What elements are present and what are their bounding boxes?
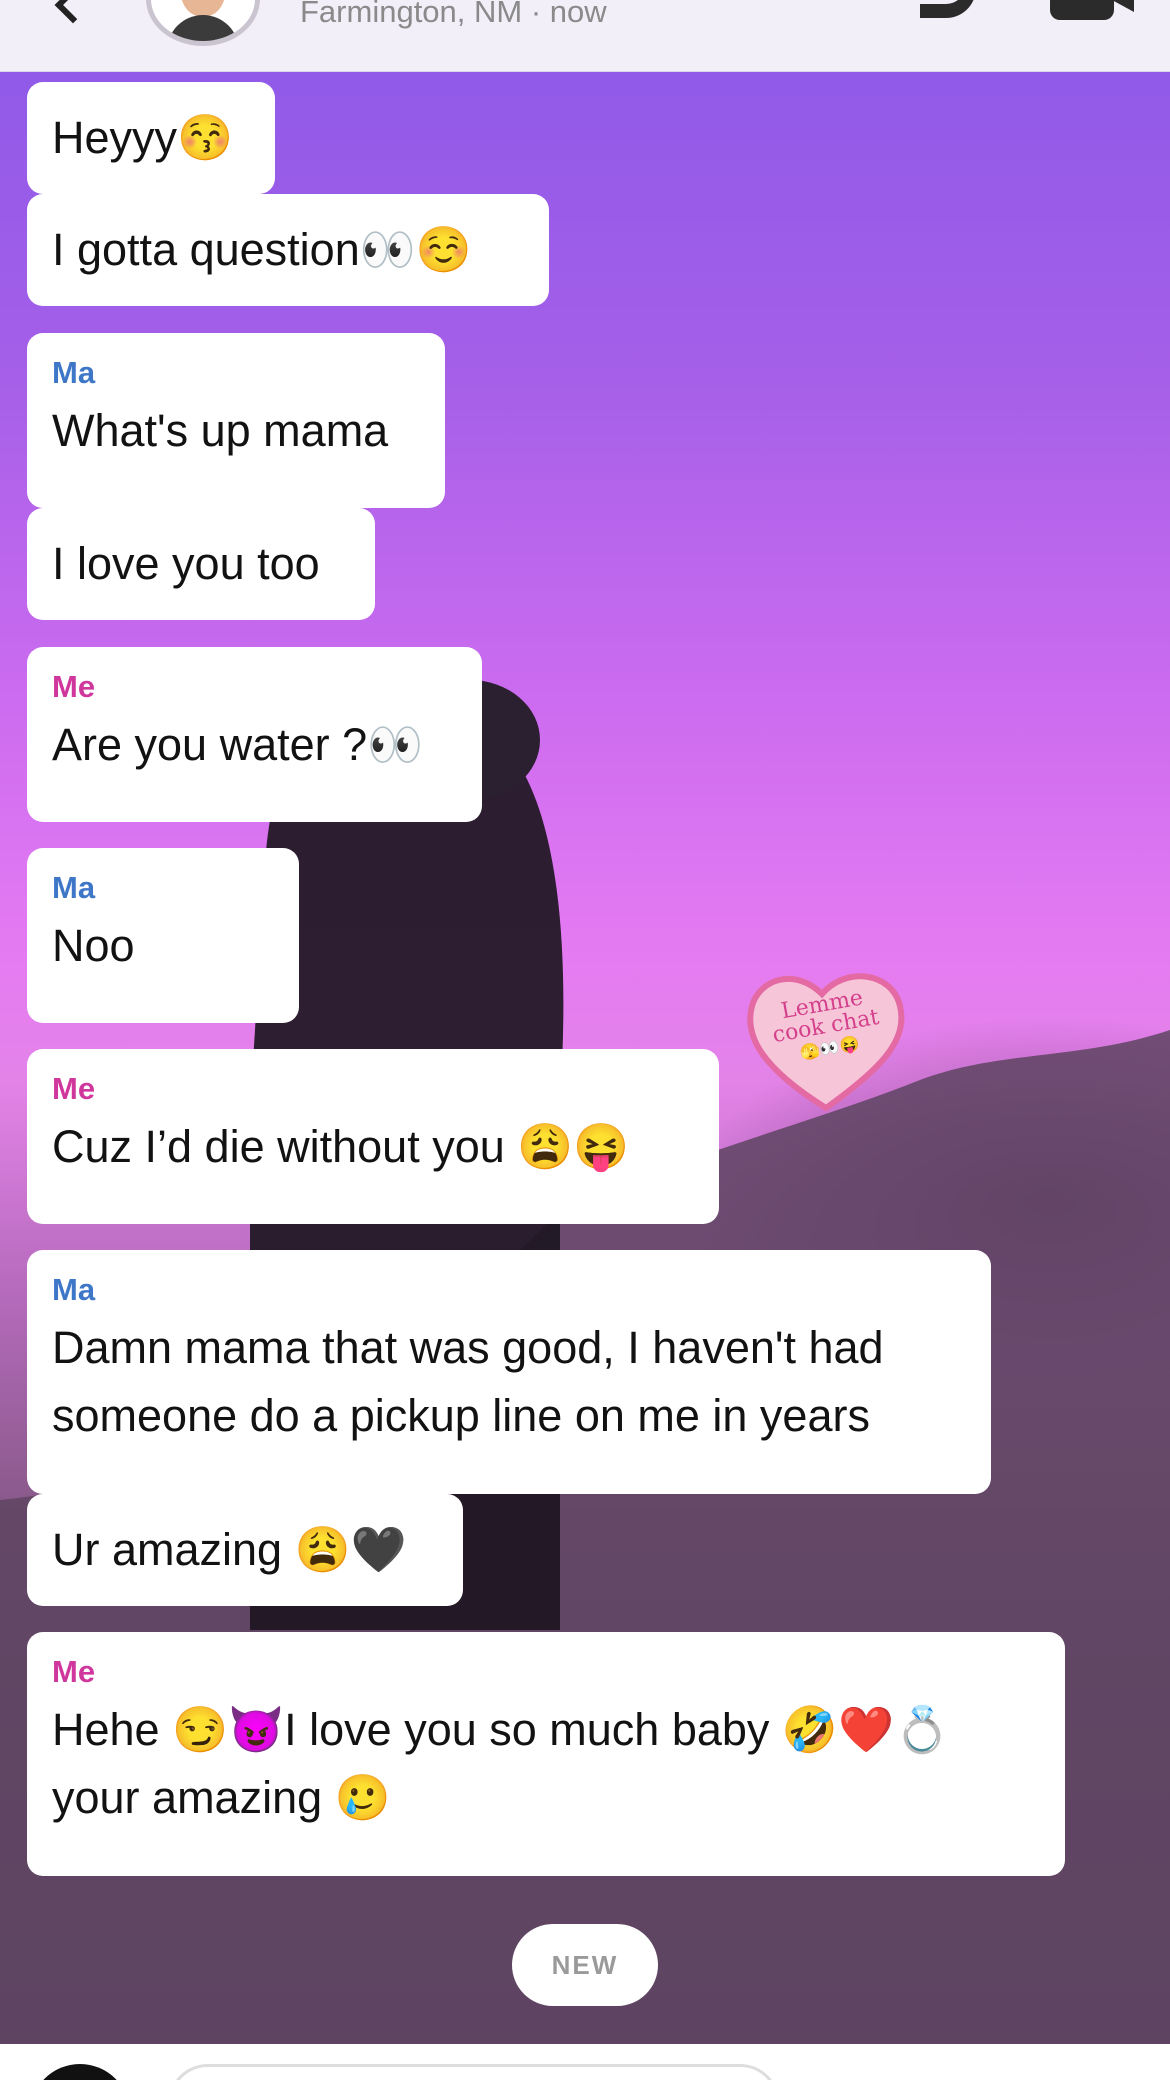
message-bubble[interactable]: Ur amazing 😩🖤 <box>27 1494 463 1606</box>
message-bubble[interactable]: I gotta question👀☺️ <box>27 194 549 306</box>
chat-header: Farmington, NM · now <box>0 0 1170 72</box>
message-text: I love you too <box>52 538 320 589</box>
sender-label: Ma <box>52 1272 96 1307</box>
message-text: Hehe 😏😈I love you so much baby 🤣❤️💍 your… <box>52 1704 951 1823</box>
friend-avatar[interactable] <box>146 0 260 46</box>
message-text: Noo <box>52 920 135 971</box>
phone-call-icon[interactable] <box>920 0 976 18</box>
message-bubble[interactable]: Heyyy😚 <box>27 82 275 194</box>
message-text: What's up mama <box>52 405 389 456</box>
sender-label: Ma <box>52 355 96 390</box>
message-text: Heyyy😚 <box>52 112 234 163</box>
new-messages-button[interactable]: NEW <box>512 1924 658 2006</box>
message-text: Damn mama that was good, I haven't had s… <box>52 1322 884 1441</box>
chat-input[interactable] <box>168 2064 780 2080</box>
location-status: Farmington, NM · now <box>300 0 607 29</box>
message-text: Ur amazing 😩🖤 <box>52 1524 407 1575</box>
message-bubble[interactable]: Me Cuz I’d die without you 😩😝 <box>27 1049 719 1224</box>
message-bubble[interactable]: Ma Noo <box>27 848 299 1023</box>
message-text: I gotta question👀☺️ <box>52 224 472 275</box>
sender-label: Me <box>52 1654 96 1689</box>
sender-label: Ma <box>52 870 96 905</box>
sender-label: Me <box>52 669 96 704</box>
message-text: Are you water ?👀 <box>52 719 424 770</box>
message-bubble[interactable]: I love you too <box>27 508 375 620</box>
message-bubble[interactable]: Ma What's up mama <box>27 333 445 508</box>
message-bubble[interactable]: Ma Damn mama that was good, I haven't ha… <box>27 1250 991 1494</box>
heart-sticker[interactable]: Lemme cook chat 🫣👀😝 <box>742 958 910 1118</box>
message-bubble[interactable]: Me Hehe 😏😈I love you so much baby 🤣❤️💍 y… <box>27 1632 1065 1876</box>
video-call-icon[interactable] <box>1050 0 1134 20</box>
avatar-shirt <box>167 15 239 41</box>
sender-label: Me <box>52 1071 96 1106</box>
message-bubble[interactable]: Me Are you water ?👀 <box>27 647 482 822</box>
back-chevron-icon[interactable] <box>54 0 92 24</box>
message-text: Cuz I’d die without you 😩😝 <box>52 1121 630 1172</box>
